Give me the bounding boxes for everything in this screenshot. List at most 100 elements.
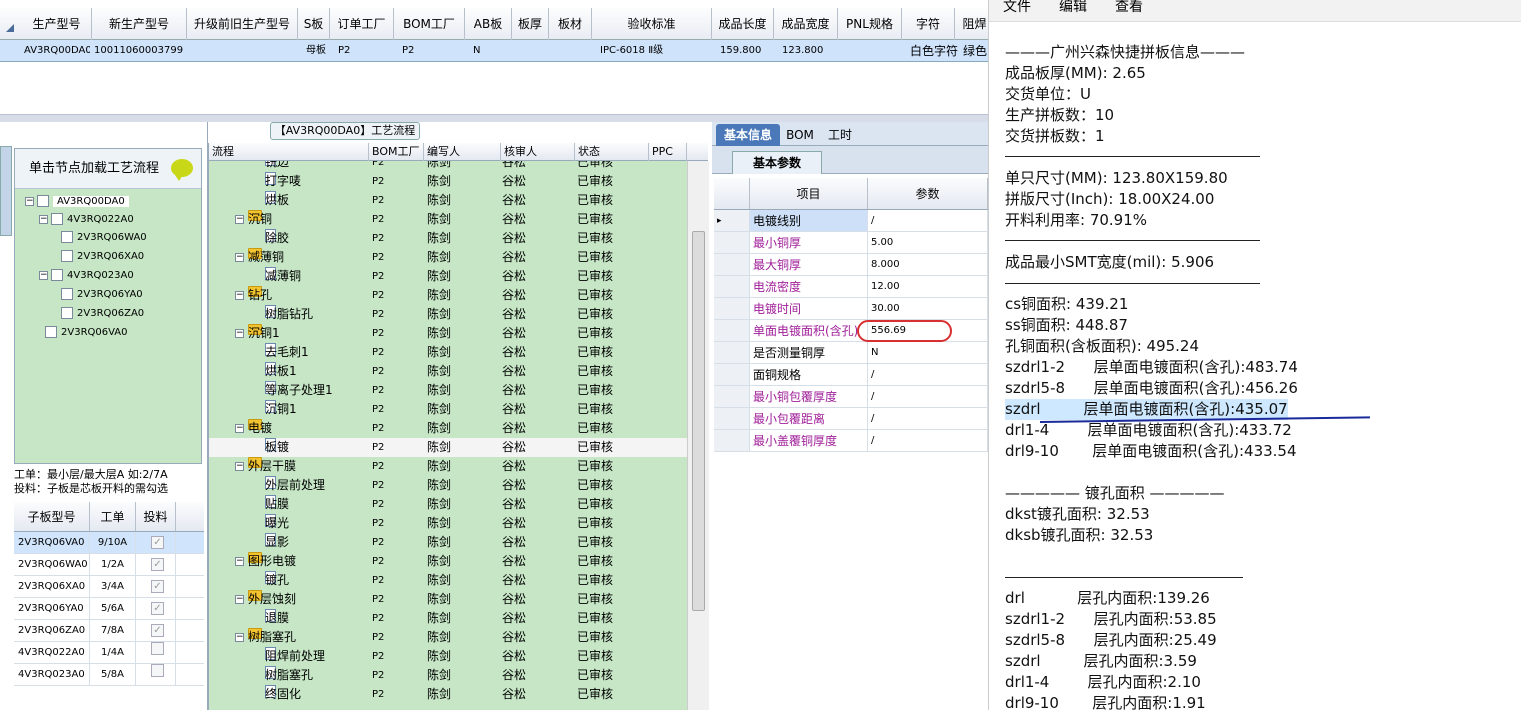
grid-header-cell[interactable]: 成品宽度 — [774, 8, 838, 40]
tree-node[interactable]: 2V3RQ06XA0 — [61, 248, 144, 266]
param-value[interactable]: / — [868, 408, 988, 429]
grid-header-cell[interactable]: 板厚 — [512, 8, 549, 40]
flow-row[interactable]: 外层前处理 P2 陈剑 谷松 已审核 — [209, 476, 687, 495]
sub-grid-row[interactable]: 2V3RQ06ZA0 7/8A ✓ — [14, 620, 204, 642]
param-header-cell[interactable]: 参数 — [868, 178, 988, 209]
collapse-icon[interactable]: − — [39, 270, 48, 280]
param-value[interactable]: N — [868, 342, 988, 363]
flow-header-cell[interactable]: BOM工厂 — [369, 143, 424, 161]
sub-grid-row[interactable]: 4V3RQ023A0 5/8A — [14, 664, 204, 686]
param-value[interactable]: / — [868, 430, 988, 451]
param-row[interactable]: 是否测量铜厚 N — [714, 342, 988, 364]
grid-header-cell[interactable]: 订单工厂 — [330, 8, 394, 40]
collapse-icon[interactable]: − — [235, 595, 244, 604]
flow-row[interactable]: 贴膜 P2 陈剑 谷松 已审核 — [209, 495, 687, 514]
flow-header-cell[interactable]: 核审人 — [501, 143, 575, 161]
tree-node[interactable]: − AV3RQ00DA0 — [25, 193, 129, 211]
flow-row[interactable]: 退膜 P2 陈剑 谷松 已审核 — [209, 609, 687, 628]
collapse-icon[interactable]: − — [235, 424, 244, 433]
flow-row[interactable]: 减薄铜 P2 陈剑 谷松 已审核 — [209, 267, 687, 286]
grid-header-cell[interactable]: AB板 — [465, 8, 512, 40]
flow-row[interactable]: 阻焊前处理 P2 陈剑 谷松 已审核 — [209, 647, 687, 666]
tab-work-hours[interactable]: 工时 — [820, 124, 860, 146]
horizontal-splitter[interactable] — [0, 114, 988, 122]
flow-row[interactable]: 烘板1 P2 陈剑 谷松 已审核 — [209, 362, 687, 381]
grid-header-cell[interactable]: S板 — [298, 8, 330, 40]
collapse-icon[interactable]: − — [235, 291, 244, 300]
flow-step[interactable]: − 外层干膜 — [235, 457, 296, 476]
collapse-icon[interactable]: − — [235, 253, 244, 262]
feed-checkbox-cell[interactable]: ✓ — [136, 554, 176, 575]
sub-grid-header-cell[interactable]: 工单 — [90, 502, 136, 531]
flow-row[interactable]: − 钻孔 P2 陈剑 谷松 已审核 — [209, 286, 687, 305]
flow-row[interactable]: 显影 P2 陈剑 谷松 已审核 — [209, 533, 687, 552]
flow-row[interactable]: 烘板 P2 陈剑 谷松 已审核 — [209, 191, 687, 210]
checkbox-icon[interactable] — [61, 307, 73, 319]
flow-row[interactable]: − 图形电镀 P2 陈剑 谷松 已审核 — [209, 552, 687, 571]
sub-grid-row[interactable]: 2V3RQ06YA0 5/6A ✓ — [14, 598, 204, 620]
tree-node[interactable]: − 4V3RQ022A0 — [39, 211, 134, 229]
collapse-icon[interactable]: − — [235, 557, 244, 566]
param-value[interactable]: 12.00 — [868, 276, 988, 297]
tree-node[interactable]: 2V3RQ06VA0 — [45, 324, 128, 342]
checkbox-icon[interactable] — [61, 288, 73, 300]
tab-basic-info[interactable]: 基本信息 — [716, 124, 780, 146]
flow-row[interactable]: 除胶 P2 陈剑 谷松 已审核 — [209, 229, 687, 248]
grid-header-cell[interactable]: BOM工厂 — [394, 8, 465, 40]
checkbox[interactable]: ✓ — [151, 558, 164, 571]
collapse-icon[interactable]: − — [235, 329, 244, 338]
feed-checkbox-cell[interactable]: ✓ — [136, 598, 176, 619]
tree-node[interactable]: 2V3RQ06YA0 — [61, 286, 143, 304]
checkbox-icon[interactable] — [37, 195, 49, 207]
collapse-icon[interactable]: − — [25, 196, 34, 206]
flow-step[interactable]: − 沉铜 — [235, 210, 272, 229]
flow-row[interactable]: 镀孔 P2 陈剑 谷松 已审核 — [209, 571, 687, 590]
feed-checkbox-cell[interactable]: ✓ — [136, 532, 176, 553]
flow-header-cell[interactable]: 编写人 — [424, 143, 501, 161]
flow-row[interactable]: 铣边 P2 陈剑 谷松 已审核 — [209, 161, 687, 172]
flow-header-cell[interactable]: 流程 — [209, 143, 369, 161]
flow-row[interactable]: − 树脂塞孔 P2 陈剑 谷松 已审核 — [209, 628, 687, 647]
param-value[interactable]: / — [868, 364, 988, 385]
flow-scrollbar[interactable] — [687, 161, 709, 710]
checkbox[interactable] — [151, 642, 164, 655]
menu-item[interactable]: 查看 — [1115, 0, 1143, 14]
param-value[interactable]: / — [868, 210, 988, 231]
flow-step[interactable]: − 钻孔 — [235, 286, 272, 305]
flow-row[interactable]: 板镀 P2 陈剑 谷松 已审核 — [209, 438, 687, 457]
checkbox[interactable]: ✓ — [151, 536, 164, 549]
checkbox[interactable]: ✓ — [151, 602, 164, 615]
sub-grid-header-cell[interactable]: 子板型号 — [14, 502, 90, 531]
flow-step[interactable]: − 外层蚀刻 — [235, 590, 296, 609]
tree-node[interactable]: 2V3RQ06ZA0 — [61, 305, 144, 323]
grid-header-cell[interactable]: 验收标准 — [592, 8, 712, 40]
flow-row[interactable]: 沉铜1 P2 陈剑 谷松 已审核 — [209, 400, 687, 419]
flow-step[interactable]: − 树脂塞孔 — [235, 628, 296, 647]
flow-row[interactable]: 等离子处理1 P2 陈剑 谷松 已审核 — [209, 381, 687, 400]
checkbox[interactable]: ✓ — [151, 624, 164, 637]
feed-checkbox-cell[interactable]: ✓ — [136, 576, 176, 597]
flow-row[interactable]: − 沉铜1 P2 陈剑 谷松 已审核 — [209, 324, 687, 343]
grid-header-cell[interactable]: 新生产型号 — [92, 8, 187, 40]
checkbox[interactable] — [151, 664, 164, 677]
flow-row[interactable]: 去毛刺1 P2 陈剑 谷松 已审核 — [209, 343, 687, 362]
flow-row[interactable]: 树脂钻孔 P2 陈剑 谷松 已审核 — [209, 305, 687, 324]
flow-step[interactable]: − 电镀 — [235, 419, 272, 438]
collapse-icon[interactable]: − — [39, 214, 48, 224]
grid-header-cell[interactable]: 生产型号 — [22, 8, 92, 40]
param-row[interactable]: 最小盖覆铜厚度 / — [714, 430, 988, 452]
flow-row[interactable]: 终固化 P2 陈剑 谷松 已审核 — [209, 685, 687, 704]
param-value[interactable]: 8.000 — [868, 254, 988, 275]
grid-header-cell[interactable]: 升级前旧生产型号 — [187, 8, 298, 40]
sub-grid-row[interactable]: 2V3RQ06XA0 3/4A ✓ — [14, 576, 204, 598]
checkbox-icon[interactable] — [51, 213, 63, 225]
checkbox-icon[interactable] — [45, 326, 57, 338]
grid-header-cell[interactable]: PNL规格 — [838, 8, 902, 40]
checkbox-icon[interactable] — [61, 250, 73, 262]
param-row[interactable]: 电镀时间 30.00 — [714, 298, 988, 320]
param-row[interactable]: 最小包覆距离 / — [714, 408, 988, 430]
flow-header-cell[interactable]: PPC — [649, 143, 687, 161]
param-row[interactable]: 最大铜厚 8.000 — [714, 254, 988, 276]
param-value[interactable]: 30.00 — [868, 298, 988, 319]
flow-row[interactable]: − 电镀 P2 陈剑 谷松 已审核 — [209, 419, 687, 438]
